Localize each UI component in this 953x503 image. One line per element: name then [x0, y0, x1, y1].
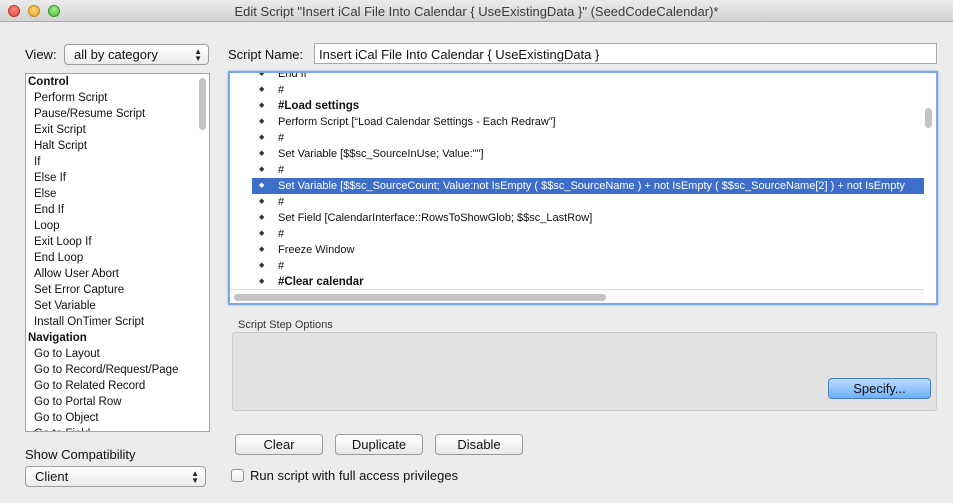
drag-handle-icon[interactable]: ◆: [259, 178, 264, 194]
full-access-label: Run script with full access privileges: [250, 468, 459, 483]
step-item[interactable]: Allow User Abort: [26, 266, 198, 282]
script-line[interactable]: ◆ #: [252, 226, 924, 242]
drag-handle-icon[interactable]: ◆: [259, 82, 264, 98]
step-item[interactable]: Else: [26, 186, 198, 202]
step-item[interactable]: Else If: [26, 170, 198, 186]
steps-list-scrollbar[interactable]: [199, 78, 206, 130]
script-line[interactable]: ◆ Set Variable [$$sc_SourceInUse; Value:"…: [252, 146, 924, 162]
script-line-text: #: [278, 164, 285, 176]
step-category: Navigation: [28, 332, 87, 344]
step-item[interactable]: Go to Related Record: [26, 378, 198, 394]
script-line-text: Perform Script [“Load Calendar Settings …: [278, 116, 556, 128]
script-line-text: #: [278, 260, 285, 272]
step-item[interactable]: Set Error Capture: [26, 282, 198, 298]
script-line[interactable]: ◆ End If: [252, 71, 924, 82]
drag-handle-icon[interactable]: ◆: [259, 73, 264, 82]
script-steps-list[interactable]: Control Perform Script Pause/Resume Script…: [25, 73, 210, 432]
step-item[interactable]: Exit Script: [26, 122, 198, 138]
step-item[interactable]: Go to Field: [26, 426, 198, 431]
drag-handle-icon[interactable]: ◆: [259, 98, 264, 114]
popup-arrows-icon: ▲ ▼: [194, 47, 202, 63]
step-item[interactable]: Go to Object: [26, 410, 198, 426]
disable-button[interactable]: Disable: [435, 434, 523, 455]
script-line-text: #: [278, 84, 285, 96]
drag-handle-icon[interactable]: ◆: [259, 130, 264, 146]
script-line[interactable]: ◆ #Load settings: [252, 98, 924, 114]
step-item[interactable]: Go to Portal Row: [26, 394, 198, 410]
popup-arrows-icon: ▲ ▼: [191, 469, 199, 485]
drag-handle-icon[interactable]: ◆: [259, 194, 264, 210]
script-line-text: #Clear calendar: [278, 276, 364, 288]
step-item[interactable]: Set Variable: [26, 298, 198, 314]
step-item[interactable]: If: [26, 154, 198, 170]
title-bar: Edit Script "Insert iCal File Into Calen…: [0, 0, 953, 22]
duplicate-button[interactable]: Duplicate: [335, 434, 423, 455]
script-line-text: End If: [278, 71, 307, 80]
script-line[interactable]: ◆ Perform Script [“Load Calendar Settings…: [252, 114, 924, 130]
view-popup[interactable]: all by category ▲ ▼: [64, 44, 209, 65]
script-line-text: #: [278, 196, 285, 208]
script-line-text: #: [278, 132, 285, 144]
step-item[interactable]: Exit Loop If: [26, 234, 198, 250]
specify-button[interactable]: Specify...: [828, 378, 931, 399]
script-step-options-label: Script Step Options: [238, 319, 333, 331]
script-line-text: Set Variable [$$sc_SourceCount; Value:no…: [278, 180, 905, 192]
drag-handle-icon[interactable]: ◆: [259, 146, 264, 162]
drag-handle-icon[interactable]: ◆: [259, 274, 264, 290]
editor-vertical-scrollbar[interactable]: [925, 108, 932, 128]
step-item[interactable]: Halt Script: [26, 138, 198, 154]
drag-handle-icon[interactable]: ◆: [259, 242, 264, 258]
clear-button[interactable]: Clear: [235, 434, 323, 455]
script-step-options-panel: [232, 332, 937, 411]
script-line-text: Freeze Window: [278, 244, 355, 256]
drag-handle-icon[interactable]: ◆: [259, 162, 264, 178]
drag-handle-icon[interactable]: ◆: [259, 226, 264, 242]
show-compatibility-label: Show Compatibility: [25, 447, 136, 462]
script-line[interactable]: ◆ #: [252, 130, 924, 146]
window-title: Edit Script "Insert iCal File Into Calen…: [234, 4, 719, 19]
script-line-text: #Load settings: [278, 100, 360, 112]
compatibility-popup-value: Client: [35, 469, 69, 484]
full-access-checkbox[interactable]: [231, 469, 244, 482]
step-category: Control: [28, 76, 69, 88]
script-name-label: Script Name:: [228, 47, 304, 62]
compatibility-popup[interactable]: Client ▲ ▼: [25, 466, 206, 487]
script-line[interactable]: ◆ #: [252, 258, 924, 274]
script-line-text: #: [278, 228, 285, 240]
drag-handle-icon[interactable]: ◆: [259, 210, 264, 226]
step-item[interactable]: Pause/Resume Script: [26, 106, 198, 122]
step-item[interactable]: End Loop: [26, 250, 198, 266]
drag-handle-icon[interactable]: ◆: [259, 114, 264, 130]
step-item[interactable]: Loop: [26, 218, 198, 234]
script-line[interactable]: ◆ #: [252, 82, 924, 98]
script-line[interactable]: ◆ Freeze Window: [252, 242, 924, 258]
step-item[interactable]: Perform Script: [26, 90, 198, 106]
script-editor[interactable]: ◆ End If ◆ # ◆ #Load settings ◆ Perform Script …: [228, 71, 938, 305]
script-line-text: Set Field [CalendarInterface::RowsToShow…: [278, 212, 593, 224]
script-line-text: Set Variable [$$sc_SourceInUse; Value:""…: [278, 148, 484, 160]
step-item[interactable]: Go to Record/Request/Page: [26, 362, 198, 378]
step-item[interactable]: End If: [26, 202, 198, 218]
script-line[interactable]: ◆ Set Variable [$$sc_SourceCount; Value:n…: [252, 178, 924, 194]
editor-horizontal-scrollbar[interactable]: [234, 294, 606, 301]
script-name-input[interactable]: [314, 43, 937, 64]
script-line[interactable]: ◆ #Clear calendar: [252, 274, 924, 290]
script-line[interactable]: ◆ #: [252, 194, 924, 210]
script-line[interactable]: ◆ Set Field [CalendarInterface::RowsToSho…: [252, 210, 924, 226]
editor-horizontal-scrollbar-track: [230, 289, 924, 303]
step-item[interactable]: Install OnTimer Script: [26, 314, 198, 330]
view-popup-value: all by category: [74, 47, 158, 62]
drag-handle-icon[interactable]: ◆: [259, 258, 264, 274]
step-item[interactable]: Go to Layout: [26, 346, 198, 362]
script-line[interactable]: ◆ #: [252, 162, 924, 178]
view-label: View:: [25, 47, 57, 62]
